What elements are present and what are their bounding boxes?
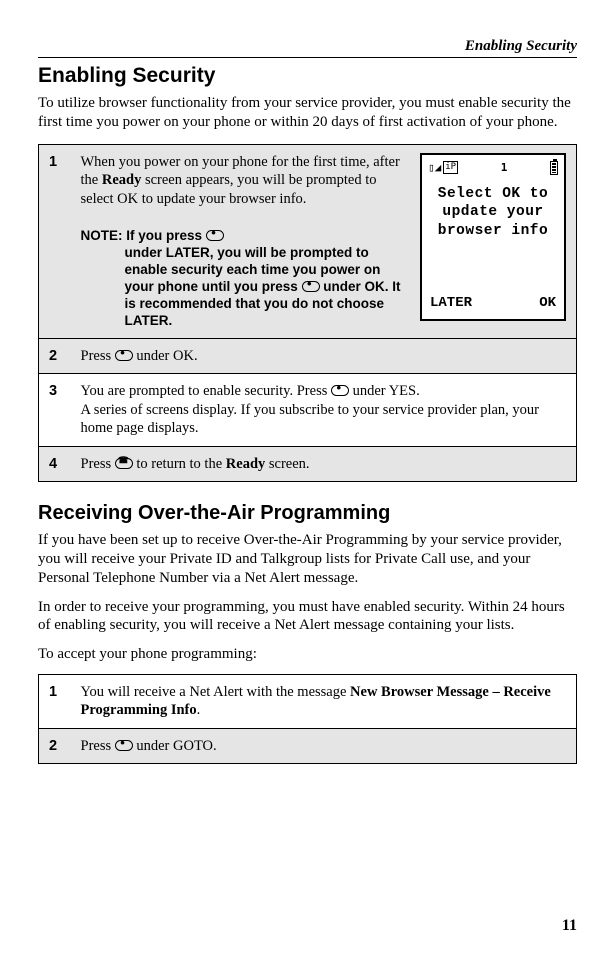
step2-num: 2 [39, 338, 71, 374]
section2-p1: If you have been set up to receive Over-… [38, 531, 577, 587]
step1-content: ▯◢ iP 1 Select OK to update your browser… [71, 144, 577, 338]
phone-line2: update your [428, 203, 558, 222]
step2-text-b: under OK. [133, 348, 198, 364]
step3-num: 3 [39, 374, 71, 447]
s2-step2-content: Press under GOTO. [71, 728, 577, 764]
ip-icon: iP [443, 161, 458, 175]
s2-step2-a: Press [81, 738, 115, 754]
s2-step1-c: . [197, 702, 201, 718]
step1-num: 1 [39, 144, 71, 338]
step4-text-a: Press [81, 456, 115, 472]
step3-text-c: A series of screens display. If you subs… [81, 402, 540, 437]
s2-step1-num: 1 [39, 674, 71, 728]
phone-btn-later: LATER [430, 295, 472, 313]
button-icon [302, 281, 320, 292]
section1-intro: To utilize browser functionality from yo… [38, 94, 577, 132]
phone-icon [115, 458, 133, 469]
step4-text-c: Ready [226, 456, 265, 472]
note-label: NOTE: [81, 228, 127, 243]
step4-text-b: to return to the [133, 456, 226, 472]
status-num: 1 [501, 161, 508, 175]
button-icon [206, 230, 224, 241]
s2-step1-content: You will receive a Net Alert with the me… [71, 674, 577, 728]
steps-table-2: 1 You will receive a Net Alert with the … [38, 674, 577, 765]
section1-title: Enabling Security [38, 64, 577, 88]
section2-title: Receiving Over-the-Air Programming [38, 502, 577, 525]
s2-step2-b: under GOTO. [133, 738, 217, 754]
note-a: If you press [126, 228, 206, 243]
step2-content: Press under OK. [71, 338, 577, 374]
phone-status-bar: ▯◢ iP 1 [428, 161, 558, 175]
signal-icon: ▯◢ [428, 161, 441, 175]
step2-text-a: Press [81, 348, 115, 364]
step4-text-d: screen. [265, 456, 309, 472]
header-section: Enabling Security [38, 38, 577, 55]
phone-line3: browser info [428, 222, 558, 241]
section2-p3: To accept your phone programming: [38, 645, 577, 664]
phone-screen: ▯◢ iP 1 Select OK to update your browser… [420, 153, 566, 321]
step4-content: Press to return to the Ready screen. [71, 446, 577, 482]
button-icon [115, 740, 133, 751]
button-icon [331, 385, 349, 396]
step1-text-b: Ready [102, 172, 141, 188]
battery-icon [550, 161, 558, 175]
button-icon [115, 350, 133, 361]
step4-num: 4 [39, 446, 71, 482]
steps-table-1: 1 ▯◢ iP 1 Select OK to update your brows… [38, 144, 577, 483]
step3-text-a: You are prompted to enable security. Pre… [81, 383, 331, 399]
phone-text: Select OK to update your browser info [428, 185, 558, 242]
header-rule [38, 57, 577, 58]
phone-btn-ok: OK [539, 295, 556, 313]
section2-p2: In order to receive your programming, yo… [38, 598, 577, 636]
s2-step1-a: You will receive a Net Alert with the me… [81, 684, 351, 700]
s2-step2-num: 2 [39, 728, 71, 764]
step3-content: You are prompted to enable security. Pre… [71, 374, 577, 447]
page-number: 11 [562, 917, 577, 935]
phone-line1: Select OK to [428, 185, 558, 204]
step3-text-b: under YES. [349, 383, 420, 399]
